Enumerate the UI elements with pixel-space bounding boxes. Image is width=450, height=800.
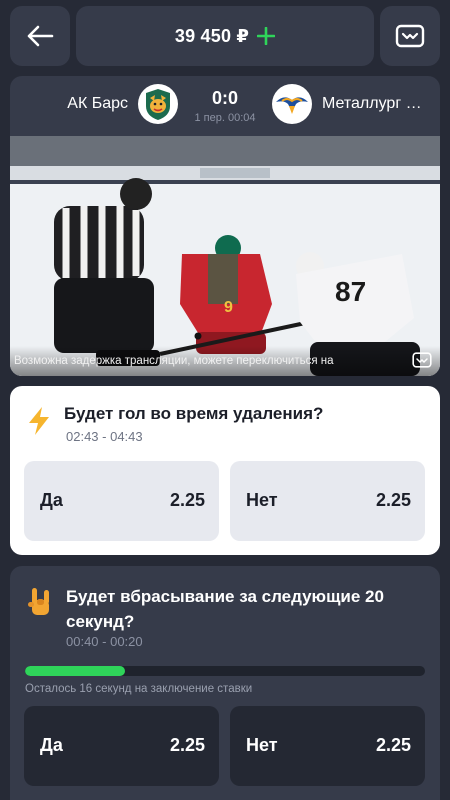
bet-option-label: Нет <box>246 490 278 510</box>
bet-remaining-time: Осталось 16 секунд на заключение ставки <box>25 683 253 695</box>
match-card: АК Барс 0:0 1 пер. 00:04 Металлург М... <box>10 76 440 376</box>
video-stream[interactable]: 9 87 Возможна задержка трансляции, может… <box>10 136 440 376</box>
bet-option-yes[interactable]: Да 2.25 <box>24 461 219 541</box>
balance-button[interactable]: 39 450 ₽ <box>76 6 374 66</box>
bet-title: Будет вбрасывание за следующие 20 секунд… <box>66 587 384 631</box>
bet-time-range: 00:40 - 00:20 <box>66 634 143 649</box>
bet-option-label: Да <box>40 735 63 755</box>
balance-amount: 39 450 ₽ <box>174 25 250 46</box>
metallurg-eagle-logo <box>272 84 312 124</box>
away-team-name: Металлург М... <box>322 95 432 112</box>
bet-option-odds: 2.25 <box>375 490 411 510</box>
rock-hand-icon <box>28 588 49 615</box>
bet-option-odds: 2.25 <box>375 735 411 755</box>
svg-text:9: 9 <box>224 299 233 316</box>
bet-option-odds: 2.25 <box>169 490 205 510</box>
svg-text:87: 87 <box>335 276 366 307</box>
bet-option-label: Да <box>40 490 63 510</box>
tv-icon <box>395 24 425 48</box>
bet-time-range: 02:43 - 04:43 <box>66 429 143 444</box>
bet-option-yes[interactable]: Да 2.25 <box>24 706 219 786</box>
scoreboard: АК Барс 0:0 1 пер. 00:04 Металлург М... <box>10 76 440 134</box>
bet-title: Будет гол во время удаления? <box>64 404 324 423</box>
bet-timer-progress <box>25 666 425 676</box>
bet-card-faceoff: Будет вбрасывание за следующие 20 секунд… <box>10 566 440 800</box>
top-bar: 39 450 ₽ <box>10 6 440 66</box>
bet-card-penalty-goal: Будет гол во время удаления? 02:43 - 04:… <box>10 386 440 555</box>
tv-button[interactable] <box>380 6 440 66</box>
tv-icon[interactable] <box>412 352 432 368</box>
stream-delay-bar: Возможна задержка трансляции, можете пер… <box>10 346 440 376</box>
bet-option-odds: 2.25 <box>169 735 205 755</box>
back-button[interactable] <box>10 6 70 66</box>
bet-option-no[interactable]: Нет 2.25 <box>230 461 425 541</box>
bet-option-label: Нет <box>246 735 278 755</box>
arrow-left-icon <box>27 25 54 47</box>
plus-icon <box>257 27 276 45</box>
bet-timer-progress-fill <box>25 666 125 676</box>
stream-delay-notice: Возможна задержка трансляции, можете пер… <box>14 355 334 367</box>
hockey-faceoff-image: 9 87 <box>10 136 440 376</box>
bet-option-no[interactable]: Нет 2.25 <box>230 706 425 786</box>
lightning-icon <box>29 407 49 435</box>
match-period: 1 пер. 00:04 <box>194 112 256 124</box>
